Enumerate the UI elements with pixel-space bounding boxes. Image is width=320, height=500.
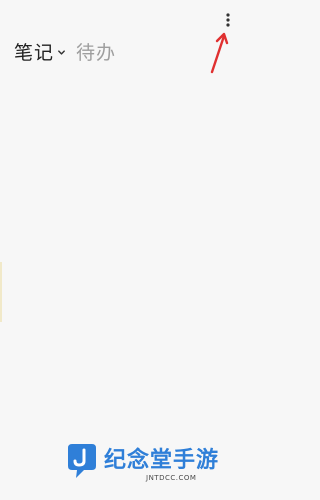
- tab-bar: 笔记 待办: [14, 38, 116, 65]
- tab-todo[interactable]: 待办: [76, 38, 116, 65]
- red-arrow-annotation-icon: [210, 32, 229, 74]
- chevron-down-icon: [58, 50, 65, 55]
- edge-handle: [0, 262, 2, 322]
- notes-app-screen: 笔记 待办 纪念堂手游 JNTDCC.COM: [0, 0, 248, 500]
- watermark-logo-icon: [68, 444, 96, 478]
- watermark-title: 纪念堂手游: [104, 448, 220, 473]
- tab-notes-label: 笔记: [14, 42, 55, 64]
- watermark: 纪念堂手游 JNTDCC.COM: [64, 440, 240, 490]
- tab-notes[interactable]: 笔记: [14, 38, 66, 65]
- watermark-subtitle: JNTDCC.COM: [146, 474, 197, 482]
